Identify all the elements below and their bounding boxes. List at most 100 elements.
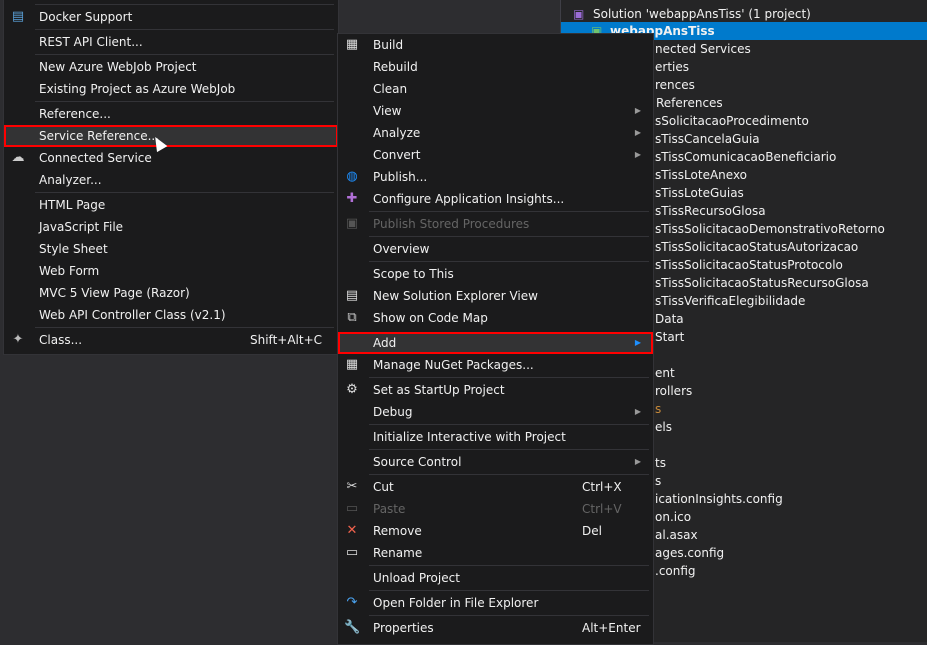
solution-icon: ▣ xyxy=(573,7,585,21)
menu-item-web-form[interactable]: Web Form xyxy=(4,260,338,282)
menu-item-label: Class... xyxy=(39,333,83,347)
menu-item-open-folder-in-file-explorer[interactable]: ↷ Open Folder in File Explorer xyxy=(338,592,653,614)
remove-icon: ✕ xyxy=(346,523,358,538)
menu-item-class[interactable]: ✦ Class... Shift+Alt+C xyxy=(4,329,338,351)
menu-item-existing-project-as-azure-webjob[interactable]: Existing Project as Azure WebJob xyxy=(4,78,338,100)
menu-item-view[interactable]: View ▶ xyxy=(338,100,653,122)
menu-item-rebuild[interactable]: Rebuild xyxy=(338,56,653,78)
tree-item-label: rences xyxy=(655,78,695,92)
tree-item-label: al.asax xyxy=(655,528,698,542)
tree-item-label: sTissVerificaElegibilidade xyxy=(655,294,806,308)
tree-item-label: sTissComunicacaoBeneficiario xyxy=(655,150,837,164)
tree-item-label: erties xyxy=(655,60,689,74)
menu-item-remove[interactable]: ✕ Remove Del xyxy=(338,520,653,542)
shortcut-label: Ctrl+X xyxy=(582,480,622,494)
menu-item-label: Remove xyxy=(373,524,422,538)
menu-item-publish[interactable]: ◍ Publish... xyxy=(338,166,653,188)
menu-item-label: JavaScript File xyxy=(39,220,124,234)
menu-item-mvc-5-view-page-razor[interactable]: MVC 5 View Page (Razor) xyxy=(4,282,338,304)
tree-item-label: sTissSolicitacaoStatusProtocolo xyxy=(655,258,843,272)
menu-item-label: Add xyxy=(373,336,397,350)
menu-item-new-solution-explorer-view[interactable]: ▤ New Solution Explorer View xyxy=(338,285,653,307)
menu-item-build[interactable]: ▦ Build xyxy=(338,34,653,56)
code-map-icon: ⧉ xyxy=(347,310,357,325)
menu-item-javascript-file[interactable]: JavaScript File xyxy=(4,216,338,238)
menu-item-properties[interactable]: 🔧 Properties Alt+Enter xyxy=(338,617,653,639)
menu-item-label: Web Form xyxy=(39,264,100,278)
menu-item-label: Publish... xyxy=(373,170,428,184)
menu-item-label: Rename xyxy=(373,546,423,560)
menu-item-service-reference[interactable]: Service Reference... xyxy=(4,125,338,147)
add-class-icon: ✦ xyxy=(12,332,24,347)
menu-item-clean[interactable]: Clean xyxy=(338,78,653,100)
menu-item-cut[interactable]: ✂ Cut Ctrl+X xyxy=(338,476,653,498)
shortcut-label: Shift+Alt+C xyxy=(250,333,323,347)
menu-item-label: Configure Application Insights... xyxy=(373,192,565,206)
menu-item-label: Build xyxy=(373,38,404,52)
menu-item-label: Analyze xyxy=(373,126,421,140)
paste-icon: ▭ xyxy=(345,501,359,516)
menu-item-manage-nuget-packages[interactable]: ▦ Manage NuGet Packages... xyxy=(338,354,653,376)
menu-item-reference[interactable]: Reference... xyxy=(4,103,338,125)
menu-item-label: Clean xyxy=(373,82,408,96)
tree-item-label: icationInsights.config xyxy=(655,492,783,506)
tree-item-label: ages.config xyxy=(655,546,725,560)
menu-item-analyzer[interactable]: Analyzer... xyxy=(4,169,338,191)
menu-item-label: Convert xyxy=(373,148,421,162)
menu-item-publish-stored-procedures: ▣ Publish Stored Procedures xyxy=(338,213,653,235)
menu-item-label: Cut xyxy=(373,480,394,494)
tree-item-label: sTissSolicitacaoStatusRecursoGlosa xyxy=(655,276,869,290)
menu-item-label: Source Control xyxy=(373,455,462,469)
tree-item-label: ent xyxy=(655,366,675,380)
menu-item-debug[interactable]: Debug ▶ xyxy=(338,401,653,423)
submenu-arrow-icon: ▶ xyxy=(634,338,641,347)
menu-item-overview[interactable]: Overview xyxy=(338,238,653,260)
menu-item-new-azure-webjob-project[interactable]: New Azure WebJob Project xyxy=(4,56,338,78)
menu-item-unload-project[interactable]: Unload Project xyxy=(338,567,653,589)
menu-item-web-api-controller-class-v2-1[interactable]: Web API Controller Class (v2.1) xyxy=(4,304,338,326)
menu-item-source-control[interactable]: Source Control ▶ xyxy=(338,451,653,473)
tree-item-label: ts xyxy=(655,456,666,470)
menu-item-label: Rebuild xyxy=(373,60,418,74)
app-insights-icon: ✚ xyxy=(346,191,358,206)
tree-item-label: Start xyxy=(655,330,685,344)
menu-item-label: HTML Page xyxy=(39,198,106,212)
menu-item-configure-application-insights[interactable]: ✚ Configure Application Insights... xyxy=(338,188,653,210)
menu-item-label: Set as StartUp Project xyxy=(373,383,505,397)
submenu-arrow-icon: ▶ xyxy=(634,128,641,137)
tree-item-solution[interactable]: ▣ Solution 'webappAnsTiss' (1 project) xyxy=(561,5,927,23)
shortcut-label: Del xyxy=(582,524,602,538)
tree-item-label: Data xyxy=(655,312,684,326)
tree-item-label: sSolicitacaoProcedimento xyxy=(655,114,809,128)
tree-item-label: sTissRecursoGlosa xyxy=(655,204,766,218)
menu-item-docker-support[interactable]: ▤ Docker Support xyxy=(4,6,338,28)
connected-service-icon: ☁ xyxy=(11,150,25,165)
submenu-arrow-icon: ▶ xyxy=(634,457,641,466)
menu-item-initialize-interactive-with-project[interactable]: Initialize Interactive with Project xyxy=(338,426,653,448)
menu-item-add[interactable]: Add ▶ xyxy=(338,332,653,354)
menu-item-rename[interactable]: ▭ Rename xyxy=(338,542,653,564)
tree-item-label: sTissSolicitacaoStatusAutorizacao xyxy=(655,240,859,254)
menu-item-show-on-code-map[interactable]: ⧉ Show on Code Map xyxy=(338,307,653,329)
tree-item-label: .config xyxy=(655,564,696,578)
menu-item-analyze[interactable]: Analyze ▶ xyxy=(338,122,653,144)
menu-item-label: Manage NuGet Packages... xyxy=(373,358,534,372)
tree-item-label: s xyxy=(655,402,662,416)
tree-item-label: sTissLoteAnexo xyxy=(655,168,748,182)
menu-item-set-as-startup-project[interactable]: ⚙ Set as StartUp Project xyxy=(338,379,653,401)
menu-item-label: REST API Client... xyxy=(39,35,143,49)
docker-icon: ▤ xyxy=(11,9,25,24)
build-icon: ▦ xyxy=(345,37,359,52)
menu-item-connected-service[interactable]: ☁ Connected Service xyxy=(4,147,338,169)
menu-item-style-sheet[interactable]: Style Sheet xyxy=(4,238,338,260)
menu-item-rest-api-client[interactable]: REST API Client... xyxy=(4,31,338,53)
submenu-arrow-icon: ▶ xyxy=(634,407,641,416)
gear-icon: ⚙ xyxy=(346,382,358,397)
menu-item-convert[interactable]: Convert ▶ xyxy=(338,144,653,166)
nuget-icon: ▦ xyxy=(345,357,359,372)
menu-item-label: Publish Stored Procedures xyxy=(373,217,530,231)
menu-item-scope-to-this[interactable]: Scope to This xyxy=(338,263,653,285)
menu-item-html-page[interactable]: HTML Page xyxy=(4,194,338,216)
menu-item-label: New Solution Explorer View xyxy=(373,289,538,303)
wrench-icon: 🔧 xyxy=(344,620,361,635)
